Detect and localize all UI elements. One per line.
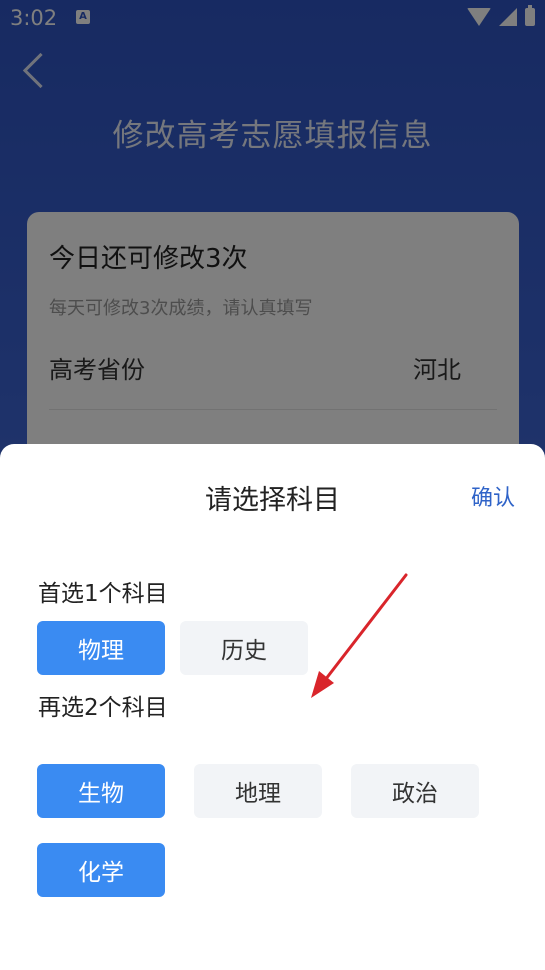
subject-chip-history[interactable]: 历史	[180, 621, 308, 675]
subject-chip-politics[interactable]: 政治	[351, 764, 479, 818]
subject-chip-biology[interactable]: 生物	[37, 764, 165, 818]
subject-chip-chemistry[interactable]: 化学	[37, 843, 165, 897]
subject-chip-geography[interactable]: 地理	[194, 764, 322, 818]
subject-chip-physics[interactable]: 物理	[37, 621, 165, 675]
sheet-title: 请选择科目	[205, 485, 340, 516]
subject-picker-sheet: 请选择科目 确认 首选1个科目 物理 历史 再选2个科目 生物 地理 政治 化学	[0, 444, 545, 970]
second-subject-section-label: 再选2个科目	[38, 695, 168, 721]
confirm-button[interactable]: 确认	[471, 480, 515, 512]
first-subject-section-label: 首选1个科目	[38, 581, 168, 607]
